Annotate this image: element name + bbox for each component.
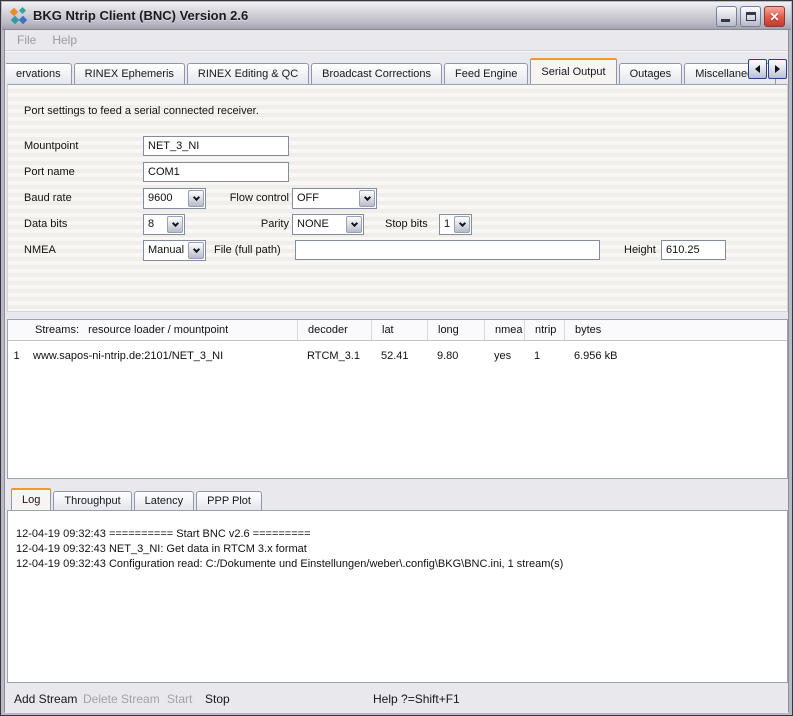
tab-outages[interactable]: Outages <box>619 63 683 84</box>
stop-button[interactable]: Stop <box>205 692 230 706</box>
tab-rinex-editing-qc[interactable]: RINEX Editing & QC <box>187 63 309 84</box>
serial-output-panel: Port settings to feed a serial connected… <box>7 84 788 312</box>
tab-feed-engine[interactable]: Feed Engine <box>444 63 528 84</box>
port-name-input[interactable] <box>143 162 289 182</box>
column-header-nmea: nmea <box>484 320 524 340</box>
cell-nmea: yes <box>484 350 524 362</box>
menu-bar: File Help <box>5 30 788 51</box>
tab-scroll-right-button[interactable] <box>768 59 787 79</box>
log-tab-bar: Log Throughput Latency PPP Plot <box>7 488 786 510</box>
log-line: 12-04-19 09:32:43 Configuration read: C:… <box>16 557 779 572</box>
title-bar[interactable]: BKG Ntrip Client (BNC) Version 2.6 ✕ <box>2 2 791 30</box>
tab-serial-output[interactable]: Serial Output <box>530 58 616 84</box>
maximize-button[interactable] <box>740 6 761 27</box>
mountpoint-label: Mountpoint <box>24 140 78 152</box>
flow-control-select[interactable]: OFF <box>292 188 377 209</box>
cell-long: 9.80 <box>427 350 484 362</box>
cell-stream-url: www.sapos-ni-ntrip.de:2101/NET_3_NI <box>25 350 297 362</box>
arrow-left-icon <box>755 65 760 73</box>
baud-rate-value: 9600 <box>148 192 172 204</box>
delete-stream-button: Delete Stream <box>83 692 160 706</box>
main-tab-bar: ervations RINEX Ephemeris RINEX Editing … <box>6 58 787 84</box>
nmea-select[interactable]: Manual <box>143 240 206 261</box>
streams-table-header: Streams: resource loader / mountpoint de… <box>8 320 787 341</box>
chevron-down-icon[interactable] <box>167 216 183 233</box>
stop-bits-select[interactable]: 1 <box>439 214 472 235</box>
mountpoint-input[interactable] <box>143 136 289 156</box>
stop-bits-value: 1 <box>444 218 450 230</box>
menu-help[interactable]: Help <box>44 33 85 47</box>
column-header-decoder: decoder <box>297 320 371 340</box>
tab-rinex-ephemeris[interactable]: RINEX Ephemeris <box>74 63 185 84</box>
tab-latency[interactable]: Latency <box>134 491 195 510</box>
menu-file[interactable]: File <box>9 33 44 47</box>
parity-select[interactable]: NONE <box>292 214 364 235</box>
column-header-streams: Streams: resource loader / mountpoint <box>25 320 297 340</box>
data-bits-label: Data bits <box>24 218 67 230</box>
close-icon: ✕ <box>769 11 779 23</box>
tab-scroll-left-button[interactable] <box>748 59 767 79</box>
row-number-corner <box>8 320 25 340</box>
start-button: Start <box>167 692 192 706</box>
chevron-down-icon[interactable] <box>454 216 470 233</box>
data-bits-select[interactable]: 8 <box>143 214 185 235</box>
panel-description: Port settings to feed a serial connected… <box>24 105 259 117</box>
row-number: 1 <box>8 350 25 362</box>
log-line: 12-04-19 09:32:43 ========== Start BNC v… <box>16 527 779 542</box>
flow-control-label: Flow control <box>223 192 289 204</box>
column-header-lat: lat <box>371 320 427 340</box>
flow-control-value: OFF <box>297 192 319 204</box>
column-header-bytes: bytes <box>564 320 779 340</box>
nmea-label: NMEA <box>24 244 56 256</box>
stop-bits-label: Stop bits <box>385 218 428 230</box>
minimize-icon <box>721 19 730 22</box>
table-row[interactable]: 1 www.sapos-ni-ntrip.de:2101/NET_3_NI RT… <box>8 346 787 366</box>
parity-value: NONE <box>297 218 329 230</box>
streams-table: Streams: resource loader / mountpoint de… <box>7 319 788 479</box>
add-stream-button[interactable]: Add Stream <box>14 692 77 706</box>
tab-ppp-plot[interactable]: PPP Plot <box>196 491 262 510</box>
baud-rate-select[interactable]: 9600 <box>143 188 206 209</box>
tab-throughput[interactable]: Throughput <box>53 491 131 510</box>
port-name-label: Port name <box>24 166 75 178</box>
data-bits-value: 8 <box>148 218 154 230</box>
help-shortcut-label: Help ?=Shift+F1 <box>373 692 460 706</box>
column-header-long: long <box>427 320 484 340</box>
tab-broadcast-corrections[interactable]: Broadcast Corrections <box>311 63 442 84</box>
baud-rate-label: Baud rate <box>24 192 72 204</box>
chevron-down-icon[interactable] <box>359 190 375 207</box>
file-path-label: File (full path) <box>214 244 281 256</box>
chevron-down-icon[interactable] <box>188 190 204 207</box>
tab-observations-clipped[interactable]: ervations <box>6 63 72 84</box>
cell-decoder: RTCM_3.1 <box>297 350 371 362</box>
arrow-right-icon <box>775 65 780 73</box>
log-line: 12-04-19 09:32:43 NET_3_NI: Get data in … <box>16 542 779 557</box>
cell-lat: 52.41 <box>371 350 427 362</box>
chevron-down-icon[interactable] <box>346 216 362 233</box>
file-path-input[interactable] <box>295 240 600 260</box>
height-label: Height <box>624 244 656 256</box>
app-window: BKG Ntrip Client (BNC) Version 2.6 ✕ Fil… <box>0 0 793 716</box>
tab-log[interactable]: Log <box>11 488 51 510</box>
log-output[interactable]: 12-04-19 09:32:43 ========== Start BNC v… <box>7 510 788 683</box>
chevron-down-icon[interactable] <box>188 242 204 259</box>
close-button[interactable]: ✕ <box>764 6 785 27</box>
app-logo-icon <box>9 7 27 25</box>
maximize-icon <box>746 12 756 21</box>
window-title: BKG Ntrip Client (BNC) Version 2.6 <box>33 8 248 23</box>
minimize-button[interactable] <box>716 6 737 27</box>
cell-bytes: 6.956 kB <box>564 350 779 362</box>
cell-ntrip: 1 <box>524 350 564 362</box>
bottom-button-bar: Add Stream Delete Stream Start Stop Help… <box>5 687 788 713</box>
nmea-value: Manual <box>148 244 184 256</box>
column-header-ntrip: ntrip <box>524 320 564 340</box>
height-input[interactable] <box>661 240 726 260</box>
parity-label: Parity <box>223 218 289 230</box>
